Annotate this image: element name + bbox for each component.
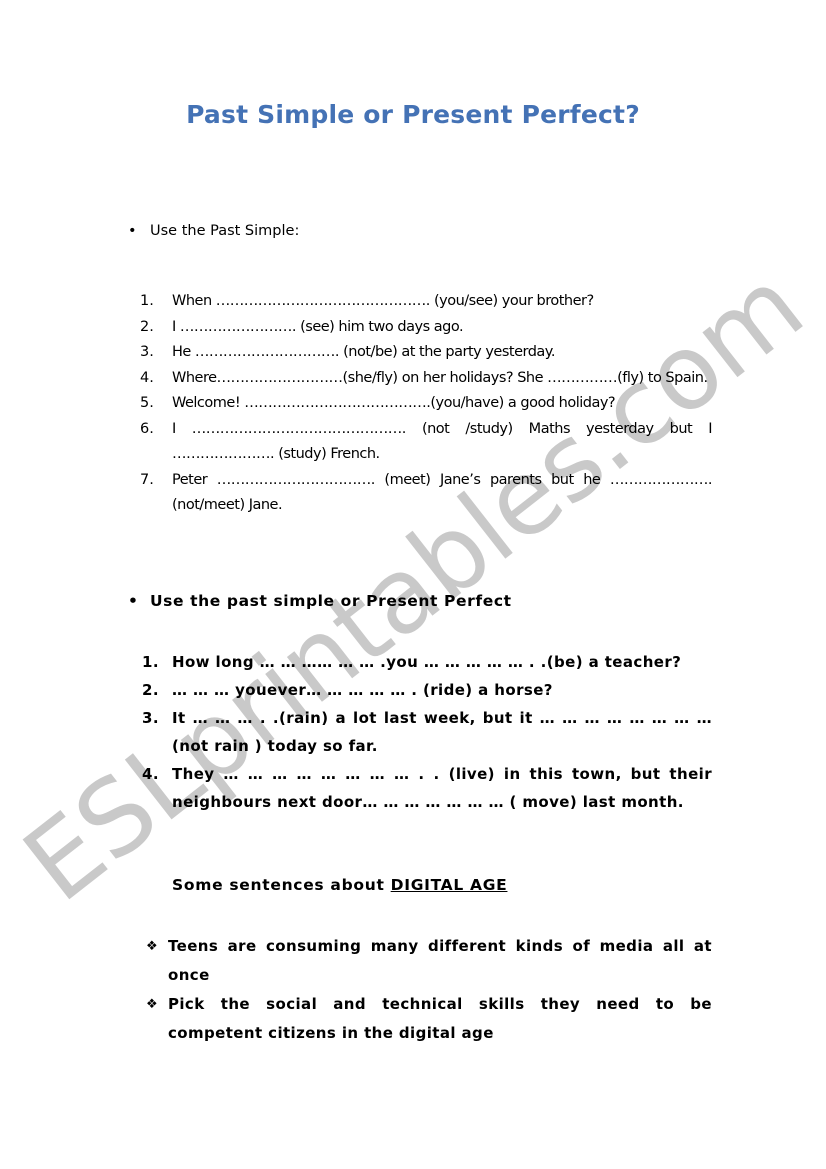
item-text: Pick the social and technical skills the… [168,995,712,1042]
section-heading-label: Use the Past Simple: [150,223,300,239]
item-text: How long … … …… … … .you … … … … … . .(b… [172,653,682,671]
exercise-list-present-perfect: 1. How long … … …… … … .you … … … … … . .… [140,648,712,816]
item-text: When ………………………………………. (you/see) your bro… [172,293,594,309]
item-number: 5. [140,395,154,411]
item-number: 7. [140,471,154,488]
item-text: It … … … . .(rain) a lot last week, but … [172,709,712,755]
item-text: He …………………………. (not/be) at the party yes… [172,344,555,360]
item-number: 1. [142,653,159,671]
list-item: 1. How long … … …… … … .you … … … … … . .… [140,648,712,676]
list-item: 3. It … … … . .(rain) a lot last week, bu… [140,704,712,760]
diamond-bullet-icon: ❖ [146,939,159,954]
item-text: … … … youever… … … … … . (ride) a horse? [172,681,553,699]
section-heading-label: Use the past simple or Present Perfect [150,592,512,610]
item-text: Welcome! ………………………………….(you/have) a good… [172,395,616,411]
list-item: ❖ Pick the social and technical skills th… [146,990,712,1048]
subheading-digital-age: Some sentences about DIGITAL AGE [172,876,507,894]
list-item: 6. I ………………………………………. (not /study) Maths … [140,417,713,468]
list-item: 2. … … … youever… … … … … . (ride) a hors… [140,676,712,704]
diamond-bullet-icon: ❖ [146,997,159,1012]
section-heading-past-simple: • Use the Past Simple: [128,223,299,239]
item-number: 4. [140,369,154,386]
item-number: 6. [140,420,154,437]
item-text: I ………………………………………. (not /study) Maths ye… [172,420,713,463]
bullet-icon: • [128,592,139,610]
section-heading-past-simple-or-present-perfect: • Use the past simple or Present Perfect [128,592,512,610]
list-item: 1. When ………………………………………. (you/see) your b… [140,289,712,315]
list-item: 7. Peter ……………………………. (meet) Jane’s paren… [140,468,713,519]
list-item: ❖ Teens are consuming many different kind… [146,932,712,990]
item-text: Teens are consuming many different kinds… [168,937,712,984]
page-title: Past Simple or Present Perfect? [186,100,640,129]
item-text: Where………………………(she/fly) on her holidays?… [172,369,708,386]
item-number: 2. [142,681,159,699]
subheading-underlined-term: DIGITAL AGE [390,876,508,894]
item-number: 2. [140,318,154,335]
list-item: 4. Where………………………(she/fly) on her holiday… [140,366,712,392]
bullet-icon: • [128,223,137,239]
item-text: I ……………………. (see) him two days ago. [172,318,464,335]
list-item: 2. I ……………………. (see) him two days ago. [140,315,712,341]
item-number: 4. [142,765,159,783]
digital-age-bullet-list: ❖ Teens are consuming many different kind… [146,932,712,1048]
item-text: Peter ……………………………. (meet) Jane’s parents… [172,471,713,514]
item-number: 1. [140,293,154,309]
item-number: 3. [142,709,159,727]
item-number: 3. [140,344,154,360]
list-item: 3. He …………………………. (not/be) at the party y… [140,340,712,366]
list-item: 5. Welcome! ………………………………….(you/have) a go… [140,391,712,417]
item-text: They … … … … … … … … . . (live) in this … [172,765,712,811]
worksheet-page: ESLprintables.com Past Simple or Present… [0,0,826,1169]
subheading-prefix: Some sentences about [172,876,391,894]
exercise-list-past-simple: 1. When ………………………………………. (you/see) your b… [140,289,713,519]
list-item: 4. They … … … … … … … … . . (live) in thi… [140,760,712,816]
